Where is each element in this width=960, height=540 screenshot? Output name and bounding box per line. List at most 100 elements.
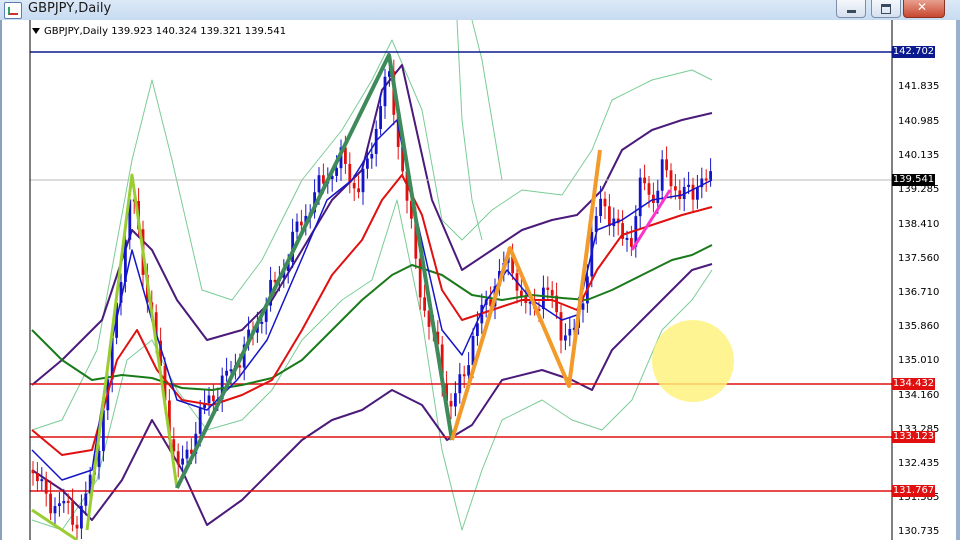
chart-header: GBPJPY,Daily 139.923 140.324 139.321 139… <box>32 26 286 37</box>
candle-body <box>31 470 35 474</box>
ma-slow <box>31 244 713 391</box>
candle-body <box>454 393 457 407</box>
candle-body <box>58 503 61 507</box>
chart-symbol: GBPJPY,Daily <box>44 26 108 37</box>
price-chart[interactable] <box>2 20 956 540</box>
candle-body <box>660 159 664 191</box>
candle-body <box>49 493 52 514</box>
candle-body <box>335 168 338 176</box>
candle-body <box>458 374 462 394</box>
dropdown-triangle-icon[interactable] <box>32 28 40 34</box>
candle-body <box>260 321 264 324</box>
candle-body <box>36 473 39 482</box>
candle-body <box>704 178 708 181</box>
price-tick-label: 130.735 <box>898 526 940 537</box>
wave-green <box>175 53 454 489</box>
price-tick-label: 134.160 <box>898 390 940 401</box>
candle-body <box>379 106 382 129</box>
candle-body <box>638 177 642 217</box>
price-tick-label: 136.710 <box>898 287 940 298</box>
candle-body <box>40 479 44 482</box>
candle-body <box>669 170 673 187</box>
candle-body <box>383 76 387 107</box>
chart-app-icon <box>4 2 22 19</box>
candle-body <box>559 312 563 341</box>
candle-body <box>418 258 422 298</box>
candle-body <box>603 198 607 207</box>
candle-body <box>647 183 651 195</box>
candle-body <box>361 168 365 193</box>
candle-body <box>181 458 184 465</box>
highlight-circle <box>652 320 734 402</box>
candle-body <box>207 395 211 404</box>
candle-body <box>66 500 70 503</box>
candle-body <box>674 186 677 191</box>
candle-body <box>198 407 202 434</box>
candle-body <box>357 188 360 193</box>
candle-body <box>656 190 660 204</box>
candle-body <box>44 479 48 494</box>
price-marker-label: 134.432 <box>892 378 935 390</box>
price-marker-label: 131.767 <box>892 485 935 497</box>
candle-body <box>550 289 554 296</box>
candle-body <box>300 221 303 226</box>
price-tick-label: 135.860 <box>898 321 940 332</box>
candle-body <box>643 177 646 184</box>
window-titlebar[interactable]: GBPJPY,Daily <box>0 0 960 21</box>
envelope-lower <box>31 263 713 526</box>
candle-body <box>62 500 66 504</box>
candle-body <box>665 159 668 171</box>
minimize-icon[interactable] <box>836 0 866 18</box>
candle-body <box>687 184 690 187</box>
candle-body <box>709 171 712 180</box>
candle-body <box>546 287 550 290</box>
candle-body <box>295 221 299 232</box>
candle-body <box>449 400 453 407</box>
candle-body <box>322 175 325 184</box>
envelope-lines <box>31 64 713 526</box>
candle-body <box>370 153 374 159</box>
wave-lime-2 <box>85 173 179 531</box>
candle-body <box>423 297 426 311</box>
price-marker-label: 142.702 <box>892 46 935 58</box>
candle-body <box>467 365 470 376</box>
price-tick-label: 140.135 <box>898 150 940 161</box>
upper-band-spike <box>471 20 503 181</box>
price-marker-label: 133.123 <box>892 431 935 443</box>
candle-body <box>476 323 479 337</box>
upper-band-outer <box>31 39 713 431</box>
candle-body <box>696 187 699 200</box>
maximize-icon[interactable] <box>871 0 901 18</box>
candle-body <box>53 506 57 514</box>
price-tick-label: 135.010 <box>898 355 940 366</box>
candle-body <box>80 505 83 529</box>
lower-band-outer <box>31 199 713 531</box>
candle-body <box>568 328 572 336</box>
window-title: GBPJPY,Daily <box>28 1 112 16</box>
chart-ohlc: 139.923 140.324 139.321 139.541 <box>111 26 287 37</box>
candle-body <box>608 206 611 227</box>
candle-body <box>212 395 215 402</box>
candle-body <box>75 524 79 529</box>
candle-body <box>225 370 228 376</box>
candle-body <box>542 287 545 310</box>
candle-body <box>317 175 321 193</box>
candle-body <box>229 369 233 372</box>
bollinger-bands <box>31 20 713 531</box>
candle-body <box>599 198 602 216</box>
price-tick-label: 132.435 <box>898 458 940 469</box>
candle-body <box>352 183 356 189</box>
price-tick-label: 137.560 <box>898 253 940 264</box>
candle-body <box>84 493 88 506</box>
chart-scrollbar[interactable] <box>956 20 960 540</box>
upper-band-spike-2 <box>456 20 483 241</box>
candle-body <box>691 184 695 200</box>
candle-body <box>625 237 629 240</box>
candle-body <box>462 374 466 377</box>
candle-body <box>185 449 189 459</box>
candle-body <box>366 158 369 169</box>
candle-body <box>630 237 633 247</box>
close-icon[interactable] <box>903 0 945 18</box>
price-tick-label: 138.410 <box>898 219 940 230</box>
price-marker-label: 139.541 <box>892 174 935 186</box>
